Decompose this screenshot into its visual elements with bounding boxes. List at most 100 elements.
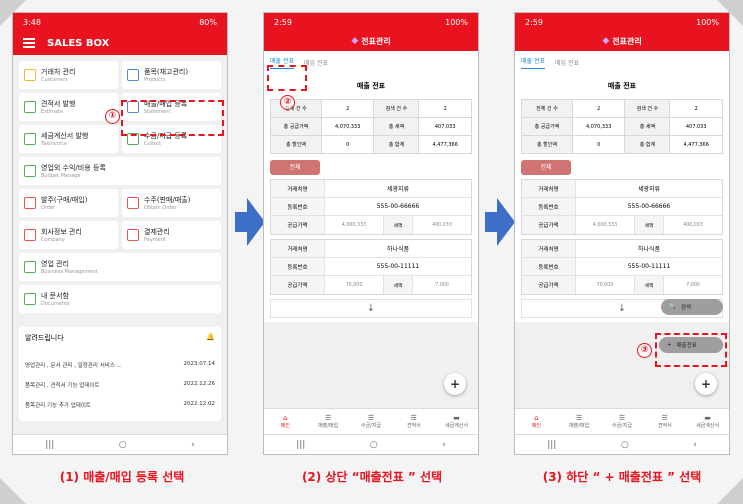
- ledger-icon: [24, 165, 36, 177]
- menu-products[interactable]: 품목(재고관리) Products: [122, 61, 221, 89]
- step-caption-3: (3) 하단 “ + 매출전표 ” 선택: [542, 470, 702, 484]
- bell-icon[interactable]: 🔔: [206, 333, 215, 343]
- android-nav-bar: ||| ○ ‹: [264, 434, 478, 454]
- nav-taxinvoice[interactable]: ▬ 세금계산서: [435, 409, 478, 434]
- nav-sales-purchase[interactable]: ☰ 매출/매입: [307, 409, 350, 434]
- order-icon: [24, 197, 36, 209]
- menu-business[interactable]: 영업 관리 Business Management: [19, 253, 221, 281]
- nav-collect[interactable]: ☰ 수금/지급: [350, 409, 393, 434]
- tutorial-frame: 3:48 80% SALES BOX 거래처 관리 Customers 품목(재고…: [0, 0, 743, 504]
- gem-icon: ◆: [602, 36, 610, 46]
- phone-screen-main-menu: 3:48 80% SALES BOX 거래처 관리 Customers 품목(재고…: [12, 12, 228, 455]
- home-icon: [24, 69, 36, 81]
- bottom-nav: ⌂ 메인 ☰ 매출/매입 ☰ 수금/지급 ☰ 견적서 ▬ 세금계산서: [515, 408, 729, 434]
- statement-header: ◆ 전표관리: [515, 31, 729, 51]
- summary-table: 전체 건 수 2 검색 건 수2 총 공급가액 4,070,333 총 세액 407,03…: [521, 99, 723, 154]
- building-icon: [24, 229, 36, 241]
- nav-taxinvoice[interactable]: ▬ 세금계산서: [686, 409, 729, 434]
- step-marker-3: ③: [637, 343, 652, 358]
- all-filter-button[interactable]: 전체: [270, 160, 320, 175]
- phone-screen-add-statement: 2:59 100% ◆ 전표관리 매출 전표 매입 전표 매출 전표 전체 건 수…: [514, 12, 730, 455]
- list-icon: ☰: [410, 414, 417, 422]
- menu-budget[interactable]: 영업외 수익/비용 등록 Budget Manage: [19, 157, 221, 185]
- status-bar: 2:59 100%: [264, 13, 478, 31]
- nav-collect[interactable]: ☰ 수금/지급: [601, 409, 644, 434]
- highlight-add-statement: [655, 333, 727, 367]
- notice-item[interactable]: 영업관리 , 문서 관리 , 일정관리 서비스 ... 2023.07.14: [25, 355, 215, 375]
- recent-apps-icon[interactable]: |||: [45, 440, 54, 450]
- statement-content: 매출 전표 전체 건 수 2 검색 건 수2 총 공급가액 4,070,333 총 세액…: [515, 73, 729, 322]
- statement-item[interactable]: 거래처명 하나식품 등록번호 555-00-11111 공급가액 70,000 세액 7,…: [521, 239, 723, 295]
- add-fab-button[interactable]: +: [444, 373, 466, 395]
- highlight-statement: [121, 100, 224, 136]
- tab-purchase-statement[interactable]: 매입 전표: [304, 58, 328, 67]
- notice-title: 알려드립니다: [25, 334, 64, 342]
- menu-payment[interactable]: 결제관리 Payment: [122, 221, 221, 249]
- recent-apps-icon[interactable]: |||: [296, 440, 305, 450]
- tab-purchase-statement[interactable]: 매입 전표: [555, 58, 579, 67]
- recent-apps-icon[interactable]: |||: [547, 440, 556, 450]
- status-bar: 3:48 80%: [13, 13, 227, 31]
- home-button-icon[interactable]: ○: [119, 440, 127, 450]
- menu-taxinvoice[interactable]: 세금계산서 발행 Taxinvoice: [19, 125, 118, 153]
- gem-icon: ◆: [351, 36, 359, 46]
- tab-sales-statement[interactable]: 매출 전표: [521, 56, 545, 69]
- android-nav-bar: ||| ○ ‹: [13, 434, 227, 454]
- notice-item[interactable]: 품목관리 기능 추가 업데이트 2022.12.02: [25, 395, 215, 415]
- list-icon: ☰: [325, 414, 332, 422]
- statement-tabs: 매출 전표 매입 전표: [515, 51, 729, 73]
- nav-sales-purchase[interactable]: ☰ 매출/매입: [558, 409, 601, 434]
- menu-company[interactable]: 회사정보 관리 Company: [19, 221, 118, 249]
- back-icon[interactable]: ‹: [191, 440, 195, 450]
- back-icon[interactable]: ‹: [442, 440, 446, 450]
- status-bar: 2:59 100%: [515, 13, 729, 31]
- list-icon: ☰: [367, 414, 375, 422]
- notice-item[interactable]: 품목관리 , 견적서 기능 업데이트 2022.12.26: [25, 375, 215, 395]
- statement-item[interactable]: 거래처명 하나식품 등록번호 555-00-11111 공급가액 70,000 세액 7,…: [270, 239, 472, 295]
- home-icon: ⌂: [283, 414, 288, 422]
- step-marker-2: ②: [280, 95, 295, 110]
- battery-level: 80%: [199, 17, 217, 27]
- statement-header: ◆ 전표관리: [264, 31, 478, 51]
- list-icon: [24, 261, 36, 273]
- menu-customers[interactable]: 거래처 관리 Customers: [19, 61, 118, 89]
- next-step-arrow: [485, 198, 515, 246]
- menu-obtain-order[interactable]: 수주(판매/매출) Obtain Order: [122, 189, 221, 217]
- hamburger-menu-icon[interactable]: [23, 36, 35, 50]
- menu-documents[interactable]: 내 문서함 Documents: [19, 285, 221, 313]
- invoice-icon: [24, 133, 36, 145]
- menu-grid: 거래처 관리 Customers 품목(재고관리) Products 견적서 발행 E…: [13, 55, 227, 323]
- home-button-icon[interactable]: ○: [621, 440, 629, 450]
- nav-estimate[interactable]: ☰ 견적서: [392, 409, 435, 434]
- statement-content: 매출 전표 전체 건 수 2 검색 건 수2 총 공급가액 4,070,333 총 세액…: [264, 73, 478, 322]
- android-nav-bar: ||| ○ ‹: [515, 434, 729, 454]
- nav-estimate[interactable]: ☰ 견적서: [643, 409, 686, 434]
- file-icon: [24, 293, 36, 305]
- back-icon[interactable]: ‹: [693, 440, 697, 450]
- status-time: 3:48: [23, 17, 41, 27]
- card-icon: [127, 229, 139, 241]
- home-button-icon[interactable]: ○: [370, 440, 378, 450]
- app-title: SALES BOX: [47, 37, 110, 49]
- folder-icon: ▬: [453, 414, 460, 422]
- statement-item[interactable]: 거래처명 세광지류 등록번호 555-00-66666 공급가액 4,000,333 세…: [521, 179, 723, 235]
- search-fab-pill[interactable]: 🔍 검색: [661, 299, 723, 315]
- document-icon: [24, 101, 36, 113]
- load-more-arrow-icon[interactable]: ↓: [270, 299, 472, 318]
- notice-panel: 알려드립니다 🔔 영업관리 , 문서 관리 , 일정관리 서비스 ... 2023.…: [19, 327, 221, 421]
- step-caption-1: (1) 매출/매입 등록 선택: [59, 470, 185, 484]
- document-icon: [127, 69, 139, 81]
- all-filter-button[interactable]: 전체: [521, 160, 571, 175]
- app-header: SALES BOX: [13, 31, 227, 55]
- nav-main[interactable]: ⌂ 메인: [515, 409, 558, 434]
- step-marker-1: ①: [105, 109, 120, 124]
- statement-item[interactable]: 거래처명 세광지류 등록번호 555-00-66666 공급가액 4,000,333 세…: [270, 179, 472, 235]
- step-caption-2: (2) 상단 “매출전표 ” 선택: [301, 470, 443, 484]
- add-fab-button[interactable]: +: [695, 373, 717, 395]
- bottom-nav: ⌂ 메인 ☰ 매출/매입 ☰ 수금/지급 ☰ 견적서 ▬ 세금계산서: [264, 408, 478, 434]
- search-icon: 🔍: [669, 304, 676, 310]
- menu-order[interactable]: 발주(구매/매입) Order: [19, 189, 118, 217]
- nav-main[interactable]: ⌂ 메인: [264, 409, 307, 434]
- menu-estimate[interactable]: 견적서 발행 Estimate: [19, 93, 118, 121]
- highlight-sales-tab: [267, 65, 307, 91]
